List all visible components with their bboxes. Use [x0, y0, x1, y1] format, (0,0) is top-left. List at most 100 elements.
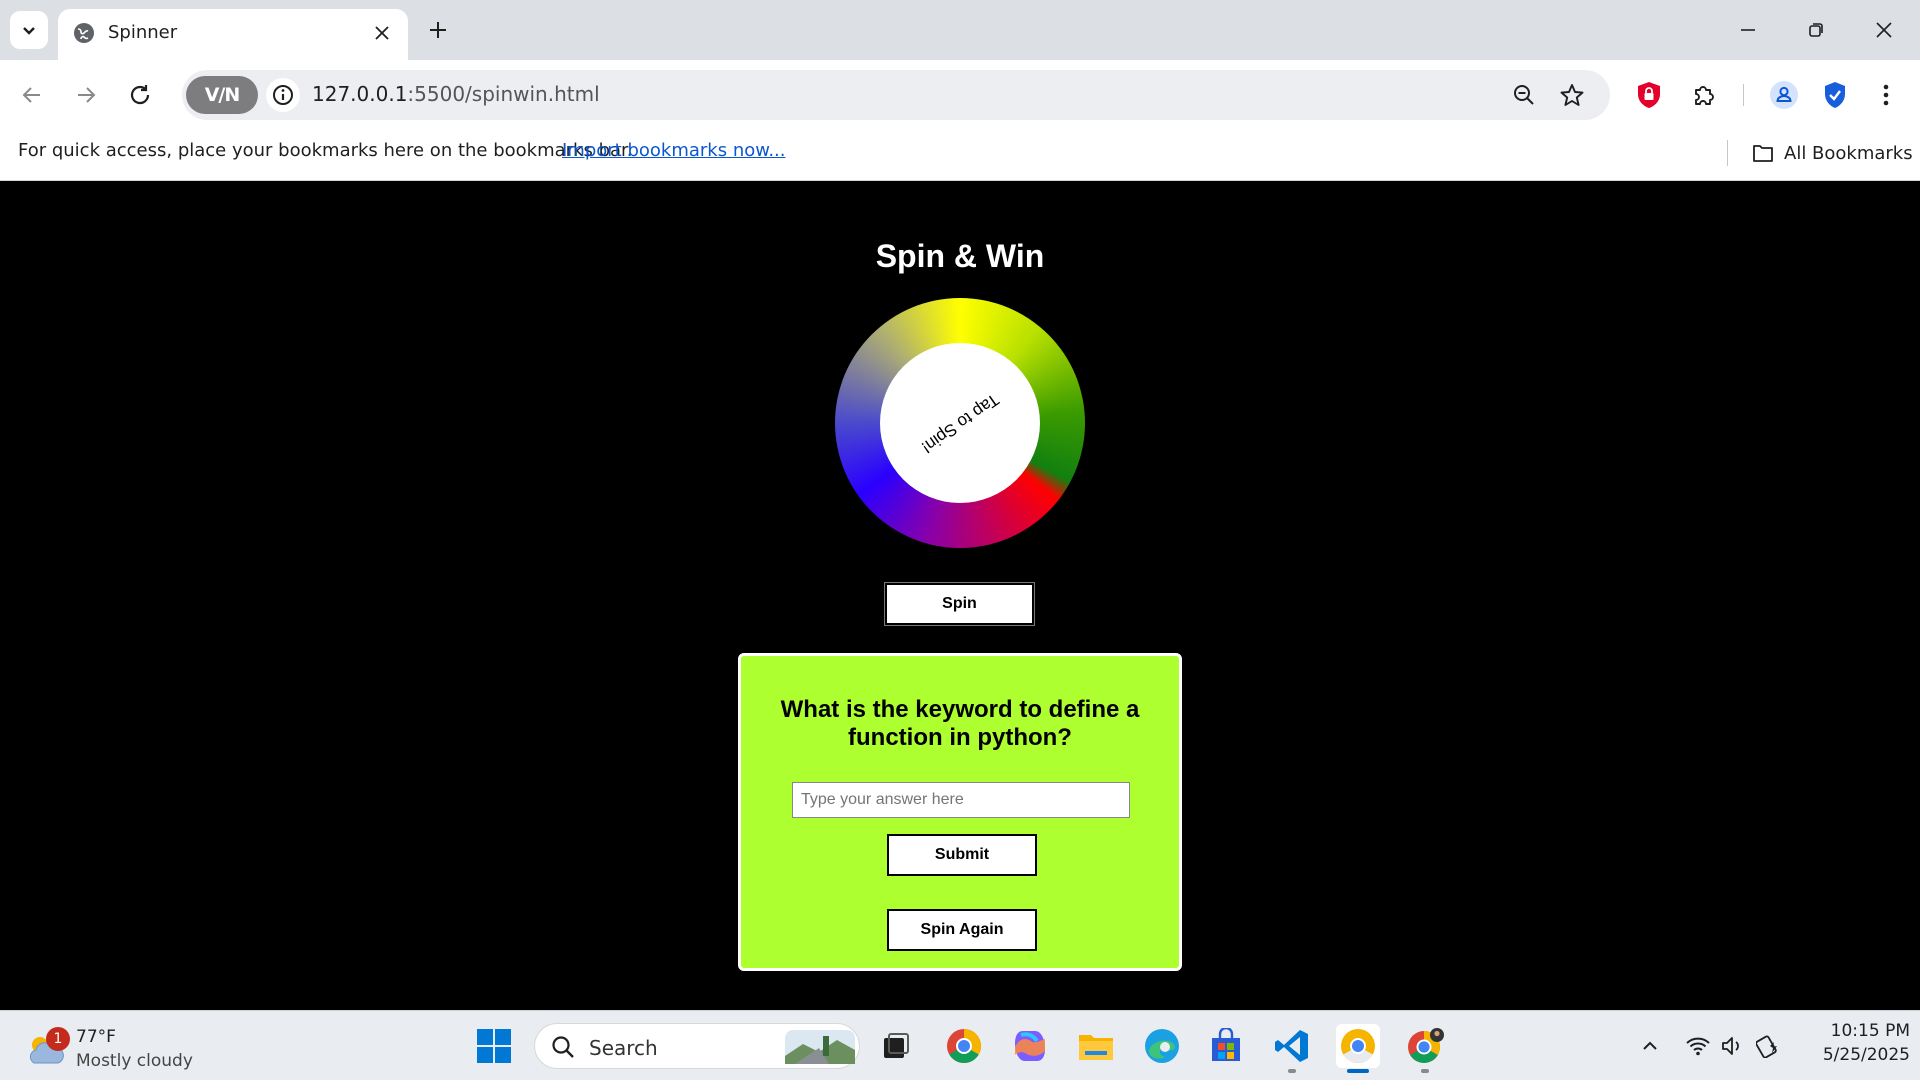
star-icon — [1560, 84, 1584, 106]
site-info-button[interactable] — [266, 78, 300, 112]
bookmarks-bar: For quick access, place your bookmarks h… — [0, 130, 1920, 181]
browser-toolbar: V/N 127.0.0.1:5500/spinwin.html — [0, 60, 1920, 130]
folder-icon — [1079, 1035, 1113, 1060]
globe-icon — [74, 23, 94, 43]
reload-button[interactable] — [120, 75, 160, 115]
answer-input[interactable] — [792, 782, 1130, 818]
weather-condition: Mostly cloudy — [76, 1051, 193, 1071]
vpn-toggle[interactable]: V/N — [186, 76, 258, 114]
task-view-icon — [884, 1033, 909, 1058]
copilot-icon — [1015, 1031, 1045, 1061]
browser-tab[interactable]: Spinner — [58, 9, 408, 60]
restore-button[interactable] — [1786, 8, 1846, 52]
taskbar-file-explorer[interactable] — [1074, 1024, 1118, 1068]
address-bar[interactable]: V/N 127.0.0.1:5500/spinwin.html — [182, 70, 1610, 120]
url-host: 127.0.0.1 — [312, 82, 408, 106]
store-icon — [1212, 1028, 1240, 1061]
page-content: Spin & Win Tap to Spin! Spin What is the… — [0, 181, 1920, 1010]
search-icon — [552, 1036, 574, 1058]
shield-check-icon — [1825, 82, 1845, 108]
shield-stop-icon — [1638, 82, 1660, 108]
chevron-up-icon — [1643, 1041, 1657, 1050]
arrow-left-icon — [22, 87, 40, 103]
wifi-icon — [1686, 1037, 1710, 1056]
taskbar-search[interactable]: Search — [534, 1023, 860, 1069]
taskbar-chrome[interactable] — [942, 1024, 986, 1068]
close-icon — [1876, 22, 1892, 38]
taskbar-edge[interactable] — [1140, 1024, 1184, 1068]
folder-icon — [1753, 145, 1773, 162]
password-manager-extension[interactable] — [1817, 77, 1853, 113]
spin-again-button[interactable]: Spin Again — [887, 909, 1037, 951]
chrome-canary-icon — [1341, 1029, 1375, 1063]
spinner-wheel[interactable]: Tap to Spin! — [835, 298, 1085, 548]
zoom-out-icon — [1514, 85, 1534, 105]
battery-status[interactable] — [1754, 1031, 1784, 1061]
chrome-active-indicator — [1347, 1069, 1369, 1073]
new-tab-button[interactable] — [420, 12, 456, 48]
bookmark-star-button[interactable] — [1556, 79, 1588, 111]
clock-date: 5/25/2025 — [1822, 1045, 1910, 1065]
weather-badge: 1 — [46, 1027, 70, 1051]
avatar-icon — [1770, 81, 1798, 109]
weather-widget[interactable]: 1 77°F Mostly cloudy — [24, 1019, 224, 1071]
tab-search-button[interactable] — [10, 11, 48, 49]
taskbar-chrome-profile[interactable] — [1404, 1024, 1448, 1068]
show-hidden-icons-button[interactable] — [1635, 1031, 1665, 1061]
taskbar-search-label: Search — [589, 1036, 658, 1060]
adblock-extension[interactable] — [1631, 77, 1667, 113]
vscode-running-indicator — [1288, 1069, 1296, 1073]
puzzle-icon — [1695, 86, 1714, 105]
chrome-icon — [947, 1029, 981, 1063]
url-text[interactable]: 127.0.0.1:5500/spinwin.html — [312, 82, 600, 106]
reload-icon — [130, 85, 150, 105]
start-button[interactable] — [472, 1024, 516, 1068]
info-icon — [273, 85, 293, 105]
chrome-profile-running-indicator — [1421, 1069, 1429, 1073]
wheel-center-button[interactable]: Tap to Spin! — [880, 343, 1040, 503]
all-bookmarks-label: All Bookmarks — [1784, 142, 1913, 164]
vscode-icon — [1275, 1030, 1308, 1062]
wifi-status[interactable] — [1683, 1031, 1713, 1061]
profile-button[interactable] — [1766, 77, 1802, 113]
wheel-center-label: Tap to Spin! — [918, 389, 1003, 457]
minimize-button[interactable] — [1718, 8, 1778, 52]
spin-button[interactable]: Spin — [884, 582, 1035, 626]
tab-strip: Spinner — [0, 0, 1920, 60]
zoom-button[interactable] — [1508, 79, 1540, 111]
extensions-button[interactable] — [1686, 77, 1722, 113]
browser-menu-button[interactable] — [1868, 77, 1904, 113]
plus-icon — [430, 22, 446, 38]
windows-logo-icon — [477, 1029, 511, 1063]
taskbar: 1 77°F Mostly cloudy Search 10:15 PM 5/2… — [0, 1010, 1920, 1080]
quiz-question: What is the keyword to define a function… — [780, 696, 1140, 751]
submit-button[interactable]: Submit — [887, 834, 1037, 876]
system-clock[interactable]: 10:15 PM 5/25/2025 — [1800, 1019, 1910, 1067]
page-title: Spin & Win — [875, 238, 1045, 274]
bookmarks-prompt: For quick access, place your bookmarks h… — [18, 140, 633, 161]
speaker-icon — [1722, 1037, 1739, 1055]
forward-button[interactable] — [66, 75, 106, 115]
back-button[interactable] — [12, 75, 52, 115]
toolbar-separator — [1743, 84, 1744, 106]
taskbar-chrome-active[interactable] — [1336, 1024, 1380, 1068]
taskbar-store[interactable] — [1204, 1024, 1248, 1068]
volume-control[interactable] — [1717, 1031, 1747, 1061]
tab-title: Spinner — [108, 22, 178, 43]
quiz-panel: What is the keyword to define a function… — [738, 653, 1182, 971]
close-window-button[interactable] — [1854, 8, 1914, 52]
weather-temperature: 77°F — [76, 1027, 116, 1047]
minimize-icon — [1741, 29, 1755, 31]
more-vertical-icon — [1883, 84, 1889, 106]
close-tab-icon[interactable] — [368, 19, 396, 47]
taskbar-vscode[interactable] — [1270, 1024, 1314, 1068]
edge-icon — [1145, 1029, 1179, 1063]
task-view-button[interactable] — [874, 1024, 918, 1068]
chrome-profile-icon — [1408, 1028, 1444, 1063]
import-bookmarks-link[interactable]: Import bookmarks now... — [562, 140, 785, 161]
clock-time: 10:15 PM — [1830, 1021, 1910, 1041]
taskbar-copilot[interactable] — [1008, 1024, 1052, 1068]
search-highlight-icon — [785, 1030, 855, 1064]
bookmarks-separator — [1727, 140, 1728, 166]
all-bookmarks-button[interactable]: All Bookmarks — [1752, 138, 1913, 168]
